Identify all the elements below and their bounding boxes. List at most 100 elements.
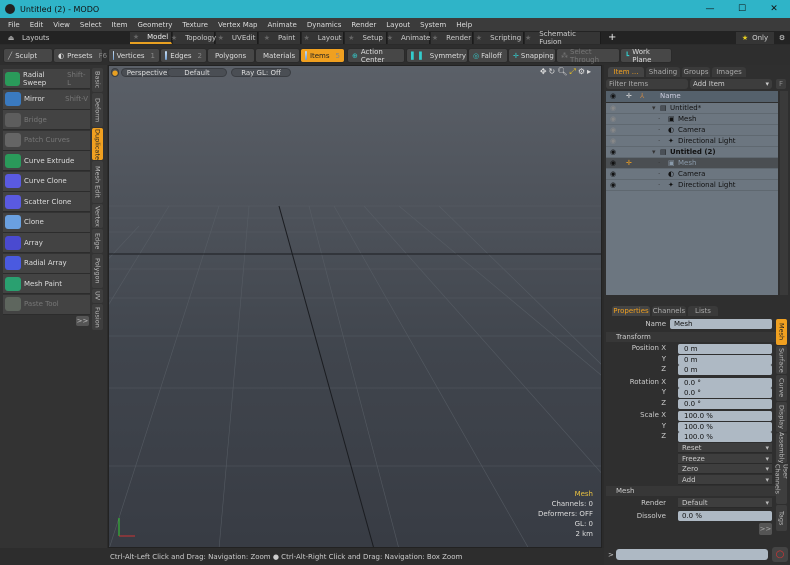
name-field[interactable]: Mesh [670, 319, 772, 329]
transform-field[interactable]: 0.0 ° [678, 377, 772, 388]
item-row[interactable]: ◉ · ✦ Directional Light [606, 136, 778, 147]
item-tab-3[interactable]: Images [712, 67, 746, 77]
tool-tab-edge[interactable]: Edge [92, 229, 103, 253]
render-dropdown[interactable]: Default [678, 498, 772, 508]
tool-bridge[interactable]: Bridge [3, 110, 90, 130]
item-tab-2[interactable]: Groups [682, 67, 710, 77]
fit-icon[interactable]: ⤢ [569, 67, 577, 76]
properties-side-tab-curve[interactable]: Curve [776, 375, 787, 401]
tool-paste-tool[interactable]: Paste Tool [3, 294, 90, 315]
tool-radial-array[interactable]: Radial Array [3, 253, 90, 274]
only-toggle[interactable]: ★ Only [736, 31, 774, 44]
command-input[interactable] [616, 549, 768, 560]
view-type-dropdown[interactable]: Perspective [121, 68, 173, 77]
menu-file[interactable]: File [8, 21, 20, 29]
add-item-dropdown[interactable]: Add Item ▾ [690, 79, 772, 89]
menu-help[interactable]: Help [456, 21, 472, 29]
tree-line-icon[interactable]: · [658, 158, 660, 169]
eye-icon[interactable]: ◉ [610, 136, 616, 147]
symmetry-button[interactable]: ▌▐ Symmetry [406, 48, 468, 63]
transform-field[interactable]: 0.0 ° [678, 398, 772, 409]
add-dropdown[interactable]: Add [678, 474, 772, 485]
tool-tab-vertex[interactable]: Vertex [92, 204, 103, 228]
item-row[interactable]: ◉ · ◐ Camera [606, 125, 778, 136]
tool-tab-duplicate[interactable]: Duplicate [92, 128, 103, 160]
layout-tab-animate[interactable]: ★ Animate [387, 31, 430, 44]
tool-tab-polygon[interactable]: Polygon [92, 254, 103, 288]
tree-line-icon[interactable]: · [658, 114, 660, 125]
properties-tab-properties[interactable]: Properties [612, 306, 650, 316]
properties-side-tab-display[interactable]: Display [776, 402, 787, 432]
transform-field[interactable]: 100.0 % [678, 432, 772, 442]
tool-curve-clone[interactable]: Curve Clone [3, 171, 90, 192]
layouts-icon[interactable]: ⏏ [0, 34, 22, 42]
transform-field[interactable]: 0 m [678, 344, 772, 354]
eye-icon[interactable]: ◉ [610, 147, 616, 158]
mode-edges-button[interactable]: Edges 2 [160, 48, 207, 63]
properties-expand-button[interactable]: >> [759, 523, 772, 535]
snapping-button[interactable]: ✛ Snapping [508, 48, 556, 63]
gear-icon[interactable]: ⚙ [774, 34, 790, 42]
menu-render[interactable]: Render [351, 21, 376, 29]
viewport-menu-icon[interactable]: ● [111, 68, 119, 77]
item-tab-0[interactable]: Item ... [608, 67, 644, 77]
properties-side-tab-assembly[interactable]: Assembly [776, 432, 787, 464]
properties-side-tab-tags[interactable]: Tags [776, 505, 787, 531]
menu-texture[interactable]: Texture [182, 21, 208, 29]
menu-select[interactable]: Select [80, 21, 102, 29]
item-row[interactable]: ◉ ✛ · ▣ Mesh [606, 158, 778, 169]
layout-tab-paint[interactable]: ★ Paint [259, 31, 301, 44]
tool-tab-basic[interactable]: Basic [92, 68, 103, 92]
menu-vertex-map[interactable]: Vertex Map [218, 21, 258, 29]
close-button[interactable]: ✕ [758, 4, 790, 14]
layout-tab-render[interactable]: ★ Render [431, 31, 473, 44]
tool-patch-curves[interactable]: Patch Curves [3, 130, 90, 151]
filter-items-input[interactable]: Filter Items [606, 79, 688, 89]
item-row[interactable]: ◉ · ▣ Mesh [606, 114, 778, 125]
transform-field[interactable]: 100.0 % [678, 421, 772, 432]
tool-tab-deform[interactable]: Deform [92, 93, 103, 127]
menu-animate[interactable]: Animate [267, 21, 296, 29]
eye-icon[interactable]: ◉ [610, 125, 616, 136]
minimize-button[interactable]: — [694, 4, 726, 14]
menu-item[interactable]: Item [112, 21, 128, 29]
maximize-button[interactable]: ☐ [726, 4, 758, 14]
tree-line-icon[interactable]: · [658, 125, 660, 136]
tool-tab-mesh-edit[interactable]: Mesh Edit [92, 161, 103, 203]
zero-dropdown[interactable]: Zero [678, 464, 772, 474]
eye-icon[interactable]: ◉ [610, 169, 616, 180]
transform-field[interactable]: 100.0 % [678, 411, 772, 421]
eye-icon[interactable]: ◉ [610, 114, 616, 125]
expand-arrow-icon[interactable]: ▾ [652, 103, 656, 114]
tool-mirror[interactable]: Mirror Shift-V [3, 89, 90, 110]
item-row[interactable]: ◉ · ◐ Camera [606, 169, 778, 180]
menu-edit[interactable]: Edit [30, 21, 44, 29]
mode-polygons-button[interactable]: Polygons [207, 48, 255, 63]
layout-tab-uvedit[interactable]: ★ UVEdit [216, 31, 258, 44]
layout-tab-layout[interactable]: ★ Layout [302, 31, 344, 44]
eye-icon[interactable]: ◉ [610, 180, 616, 191]
layout-tab-scripting[interactable]: ★ Scripting [474, 31, 524, 44]
layout-tab-setup[interactable]: ★ Setup [345, 31, 387, 44]
mode-vertices-button[interactable]: Vertices 1 [108, 48, 160, 63]
tool-tab-fusion[interactable]: Fusion [92, 304, 103, 330]
record-icon[interactable]: ○ [772, 547, 788, 562]
layout-tab-schematic-fusion[interactable]: ★ Schematic Fusion [525, 30, 601, 46]
work-plane-button[interactable]: ┗ Work Plane [620, 48, 672, 64]
3d-viewport[interactable]: ● Perspective Default Ray GL: Off ✥↻🔍︎⤢⚙… [108, 65, 602, 548]
render-dropdown[interactable]: Ray GL: Off [231, 68, 291, 77]
filter-toggle-button[interactable]: F [776, 79, 786, 89]
item-row[interactable]: ◉ ▾ ▤ Untitled* [606, 103, 778, 114]
tree-line-icon[interactable]: · [658, 180, 660, 191]
properties-side-tab-user-channels[interactable]: User Channels [774, 464, 790, 504]
properties-tab-channels[interactable]: Channels [652, 306, 686, 316]
item-tab-1[interactable]: Shading [646, 67, 680, 77]
dissolve-field[interactable]: 0.0 % [678, 511, 772, 521]
layouts-button[interactable]: Layouts [22, 34, 130, 42]
menu-view[interactable]: View [53, 21, 70, 29]
expand-button[interactable]: >> [76, 316, 89, 326]
action-center-button[interactable]: ⊕ Action Center [347, 48, 405, 64]
mode-materials-button[interactable]: Materials [255, 48, 300, 63]
mode-items-button[interactable]: Items 5 [300, 48, 345, 63]
tool-scatter-clone[interactable]: Scatter Clone [3, 192, 90, 212]
